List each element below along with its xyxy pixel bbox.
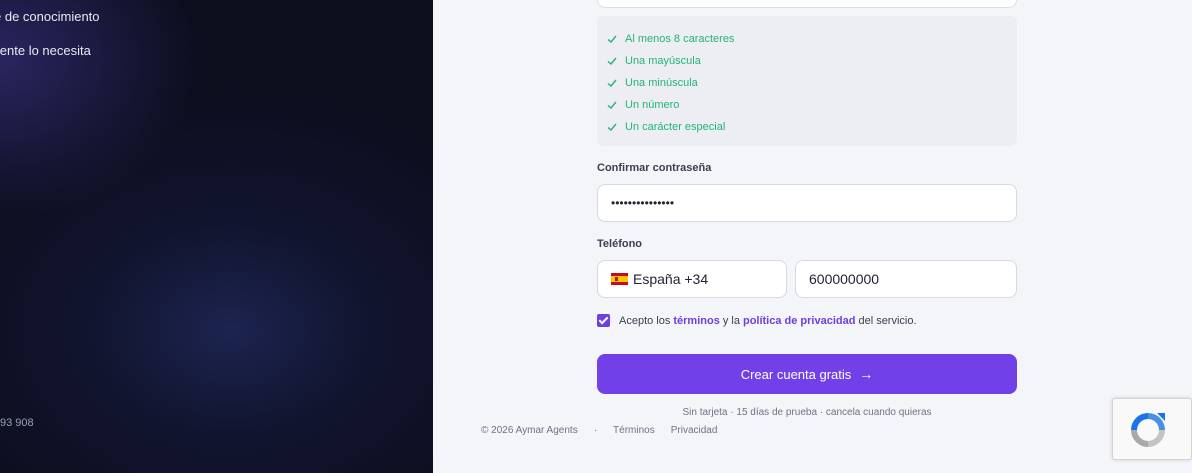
terms-link[interactable]: términos bbox=[673, 315, 719, 327]
confirm-password-value: ••••••••••••••• bbox=[611, 196, 675, 210]
spain-flag-icon bbox=[611, 273, 628, 285]
requirement-label: Un número bbox=[625, 99, 680, 111]
check-icon bbox=[607, 57, 617, 65]
country-code-value: España +34 bbox=[633, 271, 709, 287]
create-account-label: Crear cuenta gratis bbox=[740, 366, 852, 382]
requirement-item: Un carácter especial bbox=[607, 116, 1017, 138]
check-icon bbox=[607, 35, 617, 43]
phone-number-input[interactable]: 600000000 bbox=[795, 260, 1017, 298]
requirement-item: Una mayúscula bbox=[607, 50, 1017, 72]
terms-checkbox[interactable] bbox=[597, 314, 610, 327]
requirement-label: Una minúscula bbox=[625, 77, 698, 89]
consent-suffix: del servicio. bbox=[858, 314, 917, 327]
left-marketing-panel: e de conocimiento liente lo necesita 93 … bbox=[0, 0, 433, 473]
country-code-select[interactable]: España +34 bbox=[597, 260, 787, 298]
consent-middle: y la bbox=[722, 314, 740, 327]
copyright: © 2026 Aymar Agents bbox=[481, 425, 578, 436]
arrow-right-icon: → bbox=[859, 366, 874, 382]
requirement-item: Al menos 8 caracteres bbox=[607, 28, 1017, 50]
requirement-label: Una mayúscula bbox=[625, 55, 701, 67]
check-icon bbox=[607, 79, 617, 87]
requirement-item: Una minúscula bbox=[607, 72, 1017, 94]
privacy-policy-link[interactable]: política de privacidad bbox=[743, 315, 855, 327]
recaptcha-icon bbox=[1131, 413, 1165, 447]
check-icon bbox=[607, 123, 617, 131]
feature-text: e de conocimiento bbox=[0, 9, 100, 24]
consent-prefix: Acepto los bbox=[619, 314, 671, 327]
confirm-password-label: Confirmar contraseña bbox=[597, 162, 712, 174]
terms-consent: Acepto los términos y la política de pri… bbox=[597, 314, 917, 327]
phone-number-value: 600000000 bbox=[809, 271, 880, 287]
contact-phone-fragment: 93 908 bbox=[0, 417, 34, 429]
confirm-password-input[interactable]: ••••••••••••••• bbox=[597, 184, 1017, 222]
password-input[interactable] bbox=[597, 0, 1017, 8]
requirement-item: Un número bbox=[607, 94, 1017, 116]
requirement-label: Al menos 8 caracteres bbox=[625, 33, 735, 45]
check-icon bbox=[607, 101, 617, 109]
phone-label: Teléfono bbox=[597, 238, 643, 250]
footer-terms-link[interactable]: Términos bbox=[613, 425, 655, 436]
requirement-label: Un carácter especial bbox=[625, 121, 726, 133]
recaptcha-badge[interactable] bbox=[1112, 398, 1192, 460]
create-account-button[interactable]: Crear cuenta gratis → bbox=[597, 354, 1017, 394]
page-footer: © 2026 Aymar Agents · Términos Privacida… bbox=[481, 425, 717, 436]
footer-separator: · bbox=[593, 425, 598, 436]
password-requirements: Al menos 8 caracteres Una mayúscula Una … bbox=[597, 16, 1017, 146]
trial-footnote: Sin tarjeta · 15 días de prueba · cancel… bbox=[682, 407, 932, 418]
footer-privacy-link[interactable]: Privacidad bbox=[671, 425, 718, 436]
feature-text: liente lo necesita bbox=[0, 43, 91, 58]
